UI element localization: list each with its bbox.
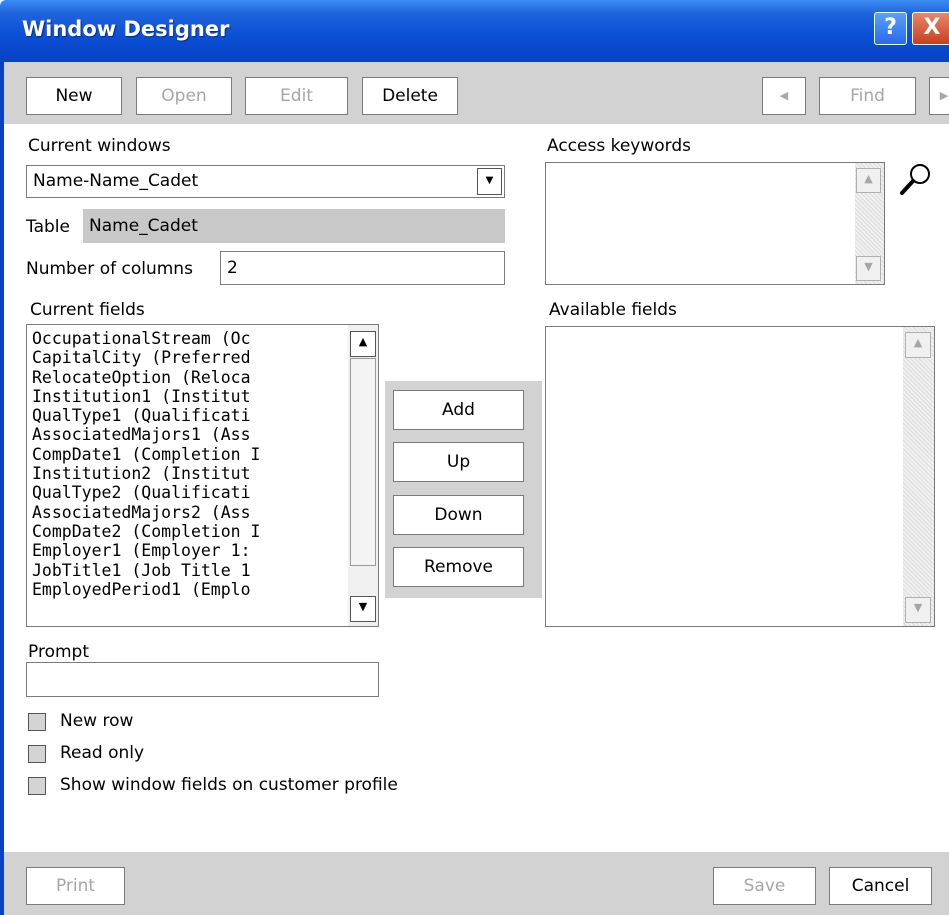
- current-fields-list: OccupationalStream (Oc CapitalCity (Prefe…: [27, 325, 378, 599]
- window-title: Window Designer: [22, 17, 230, 41]
- chevron-down-icon[interactable]: ▼: [477, 168, 502, 195]
- show-profile-label: Show window fields on customer profile: [60, 775, 398, 795]
- current-fields-listbox[interactable]: OccupationalStream (Oc CapitalCity (Prefe…: [26, 324, 379, 627]
- available-fields-scrollbar[interactable]: [903, 327, 934, 626]
- list-item[interactable]: OccupationalStream (Oc: [32, 329, 378, 348]
- current-windows-value: Name-Name_Cadet: [33, 171, 199, 191]
- help-button[interactable]: ?: [874, 12, 907, 45]
- list-item[interactable]: QualType2 (Qualificati: [32, 483, 378, 502]
- table-label: Table: [26, 217, 70, 237]
- scroll-up-icon[interactable]: ▲: [905, 332, 931, 358]
- list-item[interactable]: EmployedPeriod1 (Emplo: [32, 580, 378, 599]
- list-item[interactable]: CompDate1 (Completion I: [32, 445, 378, 464]
- triangle-right-icon: ▶: [939, 89, 949, 102]
- triangle-left-icon: ◀: [779, 89, 789, 102]
- cancel-button[interactable]: Cancel: [829, 867, 932, 905]
- show-profile-checkbox[interactable]: [28, 777, 46, 795]
- scroll-up-icon[interactable]: ▲: [856, 168, 881, 193]
- new-row-checkbox[interactable]: [28, 713, 46, 731]
- new-row-label: New row: [60, 711, 134, 731]
- scroll-down-icon[interactable]: ▼: [856, 256, 881, 281]
- current-windows-label: Current windows: [28, 136, 171, 156]
- available-fields-label: Available fields: [549, 300, 677, 320]
- close-button[interactable]: X: [912, 12, 949, 45]
- read-only-label: Read only: [60, 743, 145, 763]
- window-border: [0, 124, 4, 915]
- list-item[interactable]: JobTitle1 (Job Title 1: [32, 561, 378, 580]
- scroll-down-icon[interactable]: ▼: [905, 597, 931, 623]
- number-of-columns-input[interactable]: 2: [220, 251, 505, 285]
- list-item[interactable]: RelocateOption (Reloca: [32, 368, 378, 387]
- list-item[interactable]: AssociatedMajors1 (Ass: [32, 425, 378, 444]
- read-only-checkbox[interactable]: [28, 745, 46, 763]
- print-button[interactable]: Print: [26, 867, 125, 905]
- edit-button[interactable]: Edit: [245, 77, 348, 115]
- list-item[interactable]: Employer1 (Employer 1:: [32, 541, 378, 560]
- list-item[interactable]: QualType1 (Qualificati: [32, 406, 378, 425]
- current-fields-label: Current fields: [30, 300, 145, 320]
- current-windows-select[interactable]: Name-Name_Cadet: [26, 165, 505, 198]
- remove-button[interactable]: Remove: [393, 547, 524, 587]
- previous-record-button[interactable]: ◀: [762, 77, 806, 115]
- available-fields-listbox[interactable]: [545, 326, 935, 627]
- scrollbar-thumb[interactable]: [350, 358, 376, 566]
- list-item[interactable]: Institution2 (Institut: [32, 464, 378, 483]
- prompt-input[interactable]: [26, 662, 379, 697]
- down-button[interactable]: Down: [393, 495, 524, 535]
- list-item[interactable]: CapitalCity (Preferred: [32, 348, 378, 367]
- list-item[interactable]: AssociatedMajors2 (Ass: [32, 503, 378, 522]
- list-item[interactable]: Institution1 (Institut: [32, 387, 378, 406]
- scroll-down-icon[interactable]: ▼: [350, 596, 376, 622]
- scroll-up-icon[interactable]: ▲: [350, 331, 376, 357]
- delete-button[interactable]: Delete: [362, 77, 458, 115]
- access-keywords-textarea[interactable]: [545, 162, 885, 285]
- save-button[interactable]: Save: [713, 867, 816, 905]
- table-value: Name_Cadet: [83, 209, 505, 243]
- find-button[interactable]: Find: [819, 77, 916, 115]
- next-record-button[interactable]: ▶: [929, 77, 949, 115]
- up-button[interactable]: Up: [393, 442, 524, 482]
- access-keywords-label: Access keywords: [547, 136, 692, 156]
- add-button[interactable]: Add: [393, 390, 524, 430]
- prompt-label: Prompt: [28, 642, 89, 662]
- list-item[interactable]: CompDate2 (Completion I: [32, 522, 378, 541]
- new-button[interactable]: New: [26, 77, 122, 115]
- number-of-columns-label: Number of columns: [26, 259, 193, 279]
- magnifier-icon[interactable]: [895, 160, 935, 200]
- open-button[interactable]: Open: [136, 77, 232, 115]
